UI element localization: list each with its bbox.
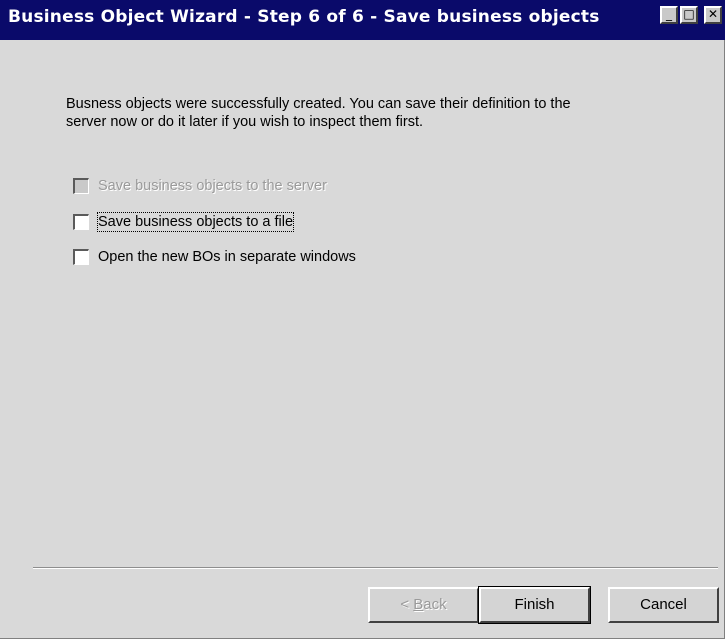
- back-button-prefix: <: [400, 596, 414, 613]
- button-separator: [33, 567, 718, 569]
- option-label-save-to-server: Save business objects to the server: [98, 178, 327, 194]
- finish-button[interactable]: Finish: [478, 586, 591, 624]
- title-bar[interactable]: Business Object Wizard - Step 6 of 6 - S…: [0, 0, 725, 40]
- checkbox-save-to-file[interactable]: [73, 214, 89, 230]
- cancel-button-label: Cancel: [640, 596, 687, 613]
- finish-button-label: Finish: [514, 596, 555, 613]
- intro-line-2: server now or do it later if you wish to…: [66, 114, 423, 130]
- minimize-button[interactable]: _: [660, 6, 678, 24]
- option-label-save-to-file[interactable]: Save business objects to a file: [96, 212, 295, 232]
- wizard-window: Business Object Wizard - Step 6 of 6 - S…: [0, 0, 725, 639]
- wizard-content: Busness objects were successfully create…: [0, 40, 724, 638]
- checkbox-save-to-server: [73, 178, 89, 194]
- cancel-button[interactable]: Cancel: [608, 587, 719, 623]
- checkbox-open-new-bos[interactable]: [73, 249, 89, 265]
- close-icon: ✕: [707, 7, 719, 21]
- back-button[interactable]: < Back: [368, 587, 479, 623]
- back-button-mnemonic: B: [413, 596, 424, 613]
- window-title: Business Object Wizard - Step 6 of 6 - S…: [8, 7, 600, 27]
- minimize-icon: _: [666, 7, 672, 21]
- option-label-open-new-bos[interactable]: Open the new BOs in separate windows: [98, 248, 356, 266]
- maximize-icon: □: [683, 7, 695, 21]
- intro-line-1: Busness objects were successfully create…: [66, 96, 571, 112]
- maximize-button[interactable]: □: [680, 6, 698, 24]
- intro-text: Busness objects were successfully create…: [66, 95, 666, 131]
- back-button-label: ack: [423, 596, 447, 613]
- close-button[interactable]: ✕: [704, 6, 722, 24]
